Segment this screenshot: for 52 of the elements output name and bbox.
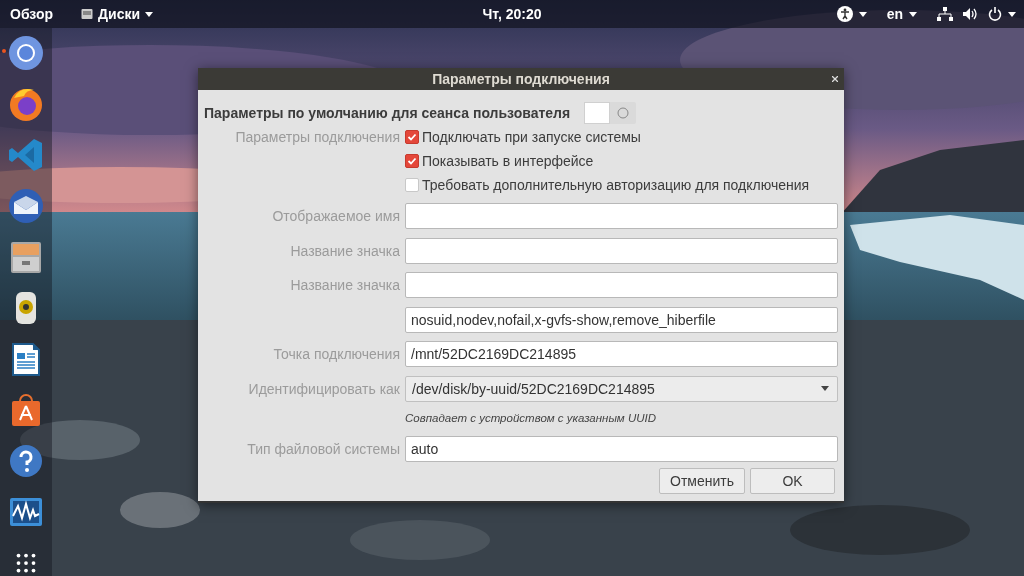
field-label: Название значка [289,242,400,259]
caret-icon [909,11,917,17]
field-label: Точка подключения [272,346,400,362]
window-title: Параметры подключения [432,71,610,87]
fox-icon[interactable] [8,86,44,122]
power-menu[interactable] [988,7,1016,21]
network-icon[interactable] [937,7,953,21]
caret-icon [1008,11,1016,17]
accessibility-menu[interactable] [836,6,867,22]
text-field[interactable] [405,272,838,298]
close-icon[interactable] [832,76,838,82]
checkbox[interactable] [405,178,419,192]
caret-icon [858,11,867,17]
checkmark-icon [407,156,417,166]
clock[interactable]: Чт, 20:20 [482,6,542,22]
field-label: Параметры подключения [234,129,400,145]
dropdown[interactable]: /dev/disk/by-uuid/52DC2169DC214895 [405,375,838,402]
checkbox[interactable] [405,130,419,144]
field-label: Тип файловой системы [246,441,400,457]
file-cabinet-icon[interactable] [8,239,44,275]
text-field[interactable]: nosuid,nodev,nofail,x-gvfs-show,remove_hiberfile [405,306,838,333]
checkbox-label: Подключать при запуске системы [422,129,641,145]
field-label: Идентифицировать как [247,380,400,397]
app-menu[interactable]: Диски [81,6,154,22]
section-heading: Параметры по умолчанию для сеанса пользователя [204,105,571,121]
text-field[interactable]: /mnt/52DC2169DC214895 [405,341,838,367]
accessibility-icon [836,6,853,22]
checkmark-icon [407,132,417,142]
browser-icon[interactable] [8,35,44,71]
field-label: Название значка [289,277,400,293]
power-icon [988,7,1002,21]
cancel-button[interactable]: Отменить [659,468,745,494]
running-indicator [2,49,6,53]
caret-icon [145,11,154,17]
mail-icon[interactable] [8,188,44,224]
language-menu[interactable]: en [886,6,917,22]
hint-text: Совпадает с устройством с указанным UUID [405,411,658,424]
checkbox-label: Показывать в интерфейсе [422,153,594,169]
activities-button[interactable]: Обзор [10,6,54,22]
ok-button[interactable]: OK [750,468,835,494]
code-editor-icon[interactable] [8,137,44,173]
field-label: Отображаемое имя [271,208,400,224]
text-field[interactable]: auto [405,436,838,462]
text-field[interactable] [405,203,838,229]
caret-icon [821,386,829,391]
off-indicator-icon [617,107,630,119]
toggle-switch[interactable] [584,102,637,124]
text-field[interactable] [405,237,838,264]
help-icon[interactable] [8,443,44,479]
volume-icon[interactable] [963,7,978,21]
checkbox[interactable] [405,154,419,168]
checkbox-label: Требовать дополнительную авторизацию для подключения [422,177,810,193]
